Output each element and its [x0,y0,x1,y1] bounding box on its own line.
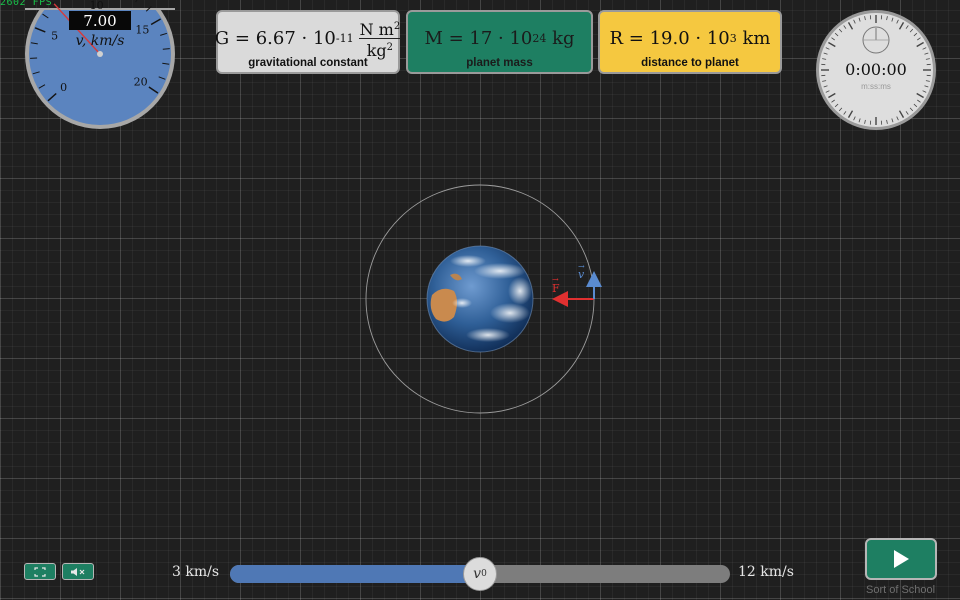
dial-tick-label: 10 [90,0,104,12]
svg-text:→: → [578,262,585,271]
stopwatch-time: 0:00:00 [845,60,907,79]
gravitational-constant-card: G = 6.67 · 10 -11 N m2 kg2 gravitational… [214,10,402,74]
svg-text:→: → [552,275,559,284]
fullscreen-icon [34,566,46,577]
fullscreen-button[interactable] [24,563,56,580]
dial-tick-label: 15 [135,24,149,37]
planet-mass-caption: planet mass [466,57,533,69]
velocity-slider-fill [230,565,480,583]
gravitational-constant-caption: gravitational constant [248,57,368,69]
dial-tick [135,0,138,3]
dial-tick-label: 5 [51,30,58,43]
stopwatch-format: m:ss:ms [861,82,891,91]
dial-tick-label: 0 [60,81,67,94]
orbit-scene: F → v → [365,184,602,414]
dial-tick-label: 20 [134,75,148,88]
stopwatch[interactable]: 0:00:00 m:ss:ms [815,9,937,131]
velocity-slider-thumb[interactable]: v0 [463,557,497,591]
planet-mass-card[interactable]: M = 17 · 10 24 kg planet mass [406,10,593,74]
speed-readout: 7.00 [83,12,116,30]
unit-fraction: N m2 kg2 [358,19,402,60]
play-icon [894,550,909,568]
planet-mass-formula: M = 17 · 10 24 kg [424,27,575,49]
dial-tick [162,48,170,50]
brand-label: Sort of School [866,584,936,596]
distance-formula: R = 19.0 · 10 3 km [609,27,771,49]
earth-icon [426,245,534,353]
play-button[interactable] [865,538,937,580]
distance-card[interactable]: R = 19.0 · 10 3 km distance to planet [598,10,782,74]
slider-min-label: 3 km/s [172,564,220,580]
speed-axis-label: v, km/s [76,33,125,49]
slider-max-label: 12 km/s [738,564,794,580]
distance-caption: distance to planet [641,57,739,69]
sound-toggle-button[interactable] [62,563,94,580]
sound-icon [71,567,85,576]
speedometer: 0 5 10 15 20 7.00 v, km/s [25,0,175,129]
gravitational-constant-formula: G = 6.67 · 10 -11 N m2 kg2 [214,19,402,60]
